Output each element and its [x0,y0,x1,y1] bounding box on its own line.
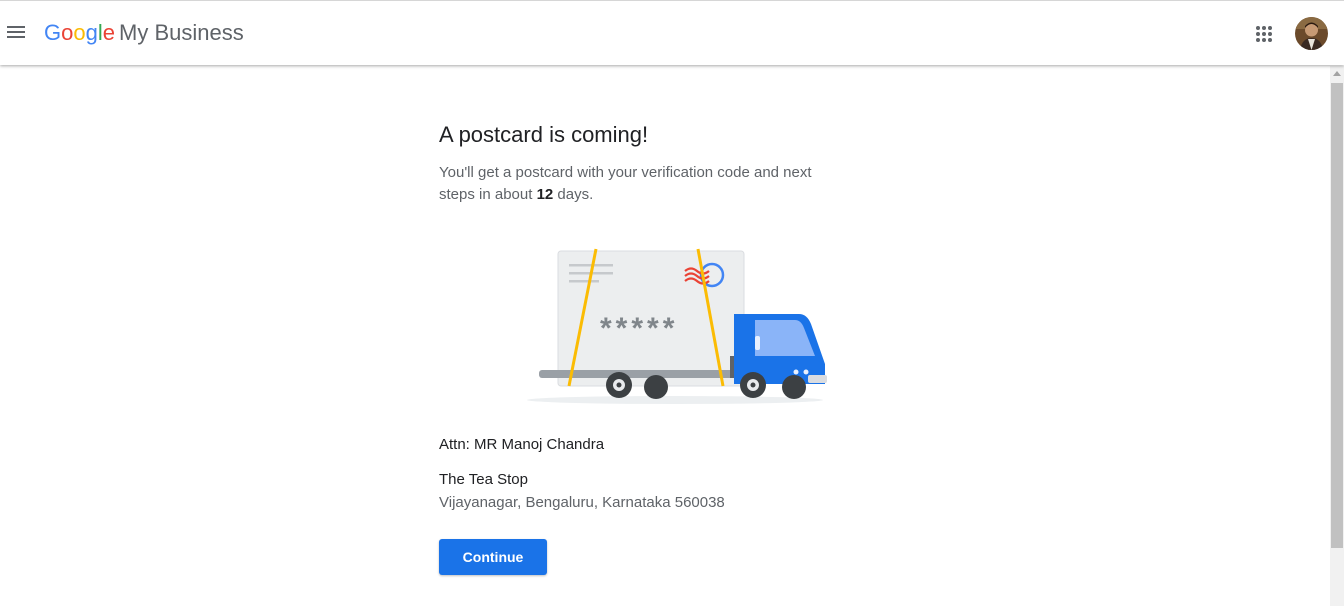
logo-letter: g [85,20,98,45]
delivery-days: 12 [536,186,554,203]
top-app-bar: Google My Business [0,0,1344,65]
logo-letter: e [102,20,116,45]
page-title: A postcard is coming! [439,122,649,147]
postcard-delivery-truck-illustration: ***** [527,248,827,404]
apps-grid-icon [1256,26,1272,42]
product-name: My Business [119,20,244,45]
scrollbar-thumb[interactable] [1331,83,1343,548]
logo-letter: G [44,20,62,45]
logo-letter: o [73,20,86,45]
logo-letter: o [61,20,74,45]
business-address: Vijayanagar, Bengaluru, Karnataka 560038 [439,494,725,511]
postcard-description: You'll get a postcard with your verifica… [439,162,849,206]
continue-button[interactable]: Continue [439,539,547,575]
description-suffix: days. [553,186,594,203]
hamburger-menu-icon [7,26,25,38]
postcard-truck-illustration: ***** [525,244,830,409]
masked-verification-code: ***** [600,312,678,345]
attention-recipient: Attn: MR Manoj Chandra [439,436,605,453]
google-wordmark: Google [44,20,115,45]
main-menu-button[interactable] [4,20,28,44]
page-scrollbar[interactable] [1330,66,1344,606]
scroll-up-arrow-icon[interactable] [1330,66,1344,82]
profile-photo-icon [1295,17,1328,50]
business-name: The Tea Stop [439,471,528,488]
description-text: You'll get a postcard with your verifica… [439,164,812,203]
google-my-business-logo[interactable]: Google My Business [44,18,244,48]
google-apps-button[interactable] [1252,22,1276,46]
account-avatar[interactable] [1295,17,1328,50]
